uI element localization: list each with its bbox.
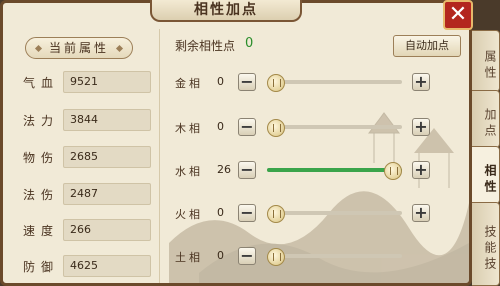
decrease-button[interactable]: −	[238, 161, 256, 179]
decrease-button[interactable]: −	[238, 73, 256, 91]
slider-handle[interactable]	[384, 162, 402, 180]
slider-row-metal: 金相 0 − +	[175, 73, 435, 93]
increase-button[interactable]: +	[412, 118, 430, 136]
slider-row-water: 水相 26 − +	[175, 161, 435, 181]
slider-fill	[267, 168, 402, 172]
slider-handle[interactable]	[267, 119, 285, 137]
auto-allocate-button[interactable]: 自动加点	[393, 35, 461, 57]
slider-label: 木相	[175, 122, 203, 135]
slider-value: 0	[217, 249, 224, 262]
slider-track[interactable]	[267, 205, 402, 223]
stat-row-physical-damage: 物伤 2685	[23, 146, 151, 168]
decrease-button[interactable]: −	[238, 204, 256, 222]
stat-value: 2685	[63, 146, 151, 168]
slider-value: 0	[217, 206, 224, 219]
stat-row-mp: 法力 3844	[23, 109, 151, 131]
current-attributes-header: 当前属性	[25, 37, 133, 59]
stat-label: 物伤	[23, 151, 60, 165]
stat-value: 2487	[63, 183, 151, 205]
increase-button[interactable]: +	[412, 161, 430, 179]
decrease-button[interactable]: −	[238, 118, 256, 136]
tab-affinity[interactable]: 相性	[472, 146, 500, 204]
column-divider	[159, 29, 160, 283]
stat-label: 法力	[23, 114, 60, 128]
attribute-panel: 当前属性 气血 9521 法力 3844 物伤 2685 法伤 2487 速度 …	[0, 0, 472, 286]
tab-skills[interactable]: 技能技	[472, 202, 500, 286]
slider-track[interactable]	[267, 119, 402, 137]
increase-button[interactable]: +	[412, 73, 430, 91]
slider-label: 金相	[175, 77, 203, 90]
close-button[interactable]: ✕	[443, 0, 473, 30]
stat-value: 3844	[63, 109, 151, 131]
slider-value: 26	[217, 163, 231, 176]
slider-label: 火相	[175, 208, 203, 221]
slider-track[interactable]	[267, 74, 402, 92]
stat-row-hp: 气血 9521	[23, 71, 151, 93]
window-title: 相性加点	[150, 0, 302, 22]
slider-handle[interactable]	[267, 74, 285, 92]
stat-value: 266	[63, 219, 151, 241]
remaining-points-label: 剩余相性点	[175, 39, 236, 53]
stat-label: 防御	[23, 260, 60, 274]
stat-row-speed: 速度 266	[23, 219, 151, 241]
tab-add-points[interactable]: 加点	[472, 90, 500, 148]
tab-attributes[interactable]: 属性	[472, 30, 500, 92]
stat-row-magic-damage: 法伤 2487	[23, 183, 151, 205]
slider-row-earth: 土相 0 −	[175, 247, 435, 267]
slider-label: 土相	[175, 251, 203, 264]
slider-handle[interactable]	[267, 205, 285, 223]
stat-value: 9521	[63, 71, 151, 93]
stat-value: 4625	[63, 255, 151, 277]
slider-track[interactable]	[267, 162, 402, 180]
slider-label: 水相	[175, 165, 203, 178]
stat-row-defense: 防御 4625	[23, 255, 151, 277]
stat-label: 速度	[23, 224, 60, 238]
slider-value: 0	[217, 75, 224, 88]
stat-label: 法伤	[23, 188, 60, 202]
slider-row-fire: 火相 0 − +	[175, 204, 435, 224]
slider-handle[interactable]	[267, 248, 285, 266]
slider-track[interactable]	[267, 248, 402, 266]
remaining-points-value: 0	[245, 36, 254, 51]
stat-label: 气血	[23, 76, 60, 90]
slider-row-wood: 木相 0 − +	[175, 118, 435, 138]
decrease-button[interactable]: −	[238, 247, 256, 265]
increase-button[interactable]: +	[412, 204, 430, 222]
slider-value: 0	[217, 120, 224, 133]
